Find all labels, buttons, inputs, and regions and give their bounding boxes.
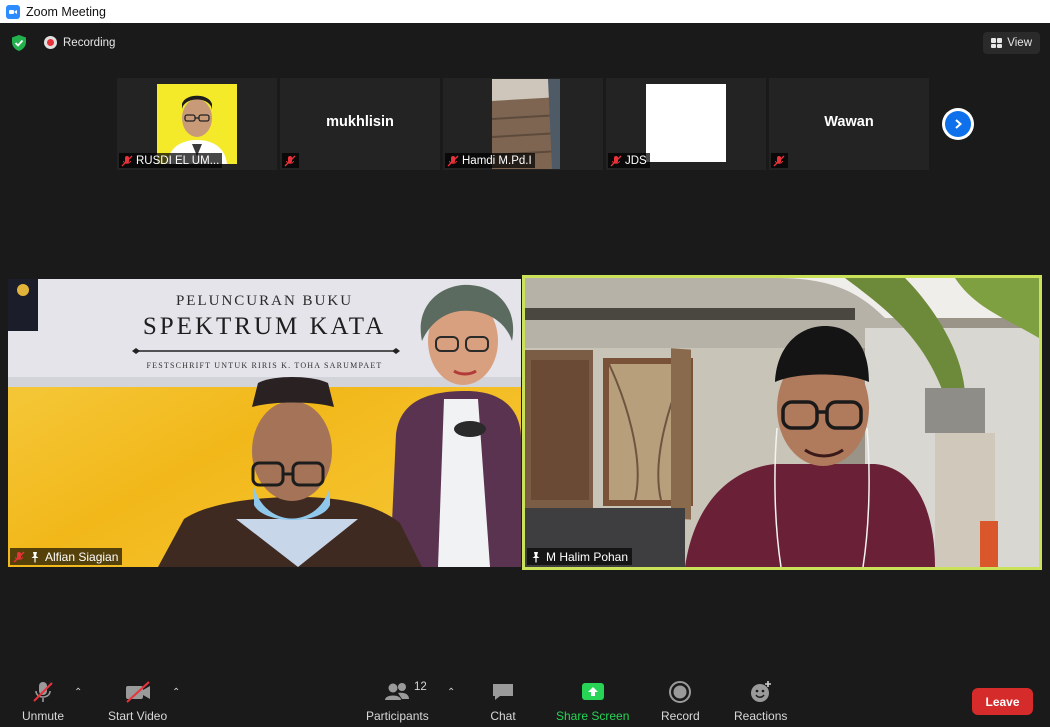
record-dot-icon	[44, 36, 57, 49]
participants-icon	[382, 679, 412, 705]
meeting-toolbar: Unmute ⌃ Start Video ⌃ Participants 12 ⌃…	[0, 671, 1050, 727]
participant-name-label: Hamdi M.Pd.I	[445, 153, 535, 168]
muted-mic-icon	[121, 155, 133, 167]
record-button[interactable]: Record	[661, 679, 700, 723]
participant-name-label	[282, 153, 299, 168]
participant-name-label: JDS	[608, 153, 650, 168]
reactions-button[interactable]: Reactions	[734, 679, 787, 723]
participant-name-label	[771, 153, 788, 168]
participant-tile[interactable]: RUSDI EL UM...	[117, 78, 277, 170]
muted-mic-icon	[13, 551, 25, 563]
participant-blank-video	[646, 84, 726, 162]
video-options-caret-icon[interactable]: ⌃	[172, 687, 180, 698]
muted-mic-icon	[773, 155, 785, 167]
reactions-icon	[748, 679, 774, 705]
grid-view-icon	[991, 38, 1003, 48]
record-label: Record	[661, 709, 700, 723]
participant-name-label: M Halim Pohan	[527, 548, 633, 565]
start-video-label: Start Video	[108, 709, 168, 723]
muted-mic-icon	[447, 155, 459, 167]
audio-options-caret-icon[interactable]: ⌃	[74, 687, 82, 698]
shield-icon[interactable]	[10, 34, 28, 52]
view-label: View	[1007, 37, 1032, 49]
muted-mic-icon	[610, 155, 622, 167]
unmute-label: Unmute	[22, 709, 65, 723]
video-tile-active-speaker[interactable]: M Halim Pohan	[522, 275, 1042, 570]
share-screen-button[interactable]: Share Screen	[556, 679, 629, 723]
window-title: Zoom Meeting	[26, 4, 106, 19]
start-video-button[interactable]: Start Video	[108, 679, 167, 723]
participant-tile[interactable]: mukhlisin	[280, 78, 440, 170]
video-off-icon	[123, 679, 153, 705]
chevron-right-icon	[945, 111, 971, 137]
meeting-area: Recording View RUSDI EL UM... mukhlisin …	[0, 23, 1050, 727]
recording-indicator[interactable]: Recording	[44, 36, 115, 49]
participant-name: JDS	[625, 154, 647, 167]
participants-options-caret-icon[interactable]: ⌃	[447, 687, 455, 698]
participant-name: M Halim Pohan	[546, 549, 629, 564]
banner-line-3: FESTSCHRIFT UNTUK RIRIS K. TOHA SARUMPAE…	[146, 361, 383, 370]
participant-strip: RUSDI EL UM... mukhlisin Hamdi M.Pd.I JD…	[117, 78, 929, 170]
share-screen-icon	[580, 679, 606, 705]
recording-label: Recording	[63, 36, 116, 49]
record-icon	[667, 679, 693, 705]
participant-name: Hamdi M.Pd.I	[462, 154, 532, 167]
banner-line-2: SPEKTRUM KATA	[142, 313, 387, 340]
participants-label: Participants	[366, 709, 429, 723]
chat-icon	[490, 679, 516, 705]
participant-tile[interactable]: Hamdi M.Pd.I	[443, 78, 603, 170]
speaker-video-frame	[525, 278, 1039, 567]
window-titlebar: Zoom Meeting	[0, 0, 1050, 23]
banner-line-1: PELUNCURAN BUKU	[175, 293, 354, 309]
participant-name-label: RUSDI EL UM...	[119, 153, 223, 168]
participants-count: 12	[414, 681, 427, 693]
share-screen-label: Share Screen	[556, 709, 630, 723]
participant-display-name: Wawan	[824, 114, 874, 130]
zoom-logo-icon	[6, 4, 20, 19]
participant-name: RUSDI EL UM...	[136, 154, 220, 167]
participant-name: Alfian Siagian	[45, 549, 119, 564]
chat-label: Chat	[490, 709, 516, 723]
leave-button[interactable]: Leave	[972, 688, 1033, 715]
chat-button[interactable]: Chat	[490, 679, 516, 723]
muted-mic-icon	[284, 155, 296, 167]
participant-tile[interactable]: Wawan	[769, 78, 929, 170]
participant-tile[interactable]: JDS	[606, 78, 766, 170]
pin-icon	[29, 551, 41, 563]
video-tile-left[interactable]: PELUNCURAN BUKU SPEKTRUM KATA FESTSCHRIF…	[8, 279, 521, 567]
next-page-button[interactable]	[942, 108, 974, 140]
participant-photo	[157, 84, 237, 164]
participant-name-label: Alfian Siagian	[10, 548, 123, 565]
reactions-label: Reactions	[734, 709, 788, 723]
muted-mic-icon	[30, 679, 56, 705]
meeting-topbar: Recording View	[0, 23, 1050, 63]
view-button[interactable]: View	[983, 32, 1040, 54]
pin-icon	[530, 551, 542, 563]
participant-display-name: mukhlisin	[326, 114, 394, 130]
unmute-button[interactable]: Unmute	[22, 679, 64, 723]
